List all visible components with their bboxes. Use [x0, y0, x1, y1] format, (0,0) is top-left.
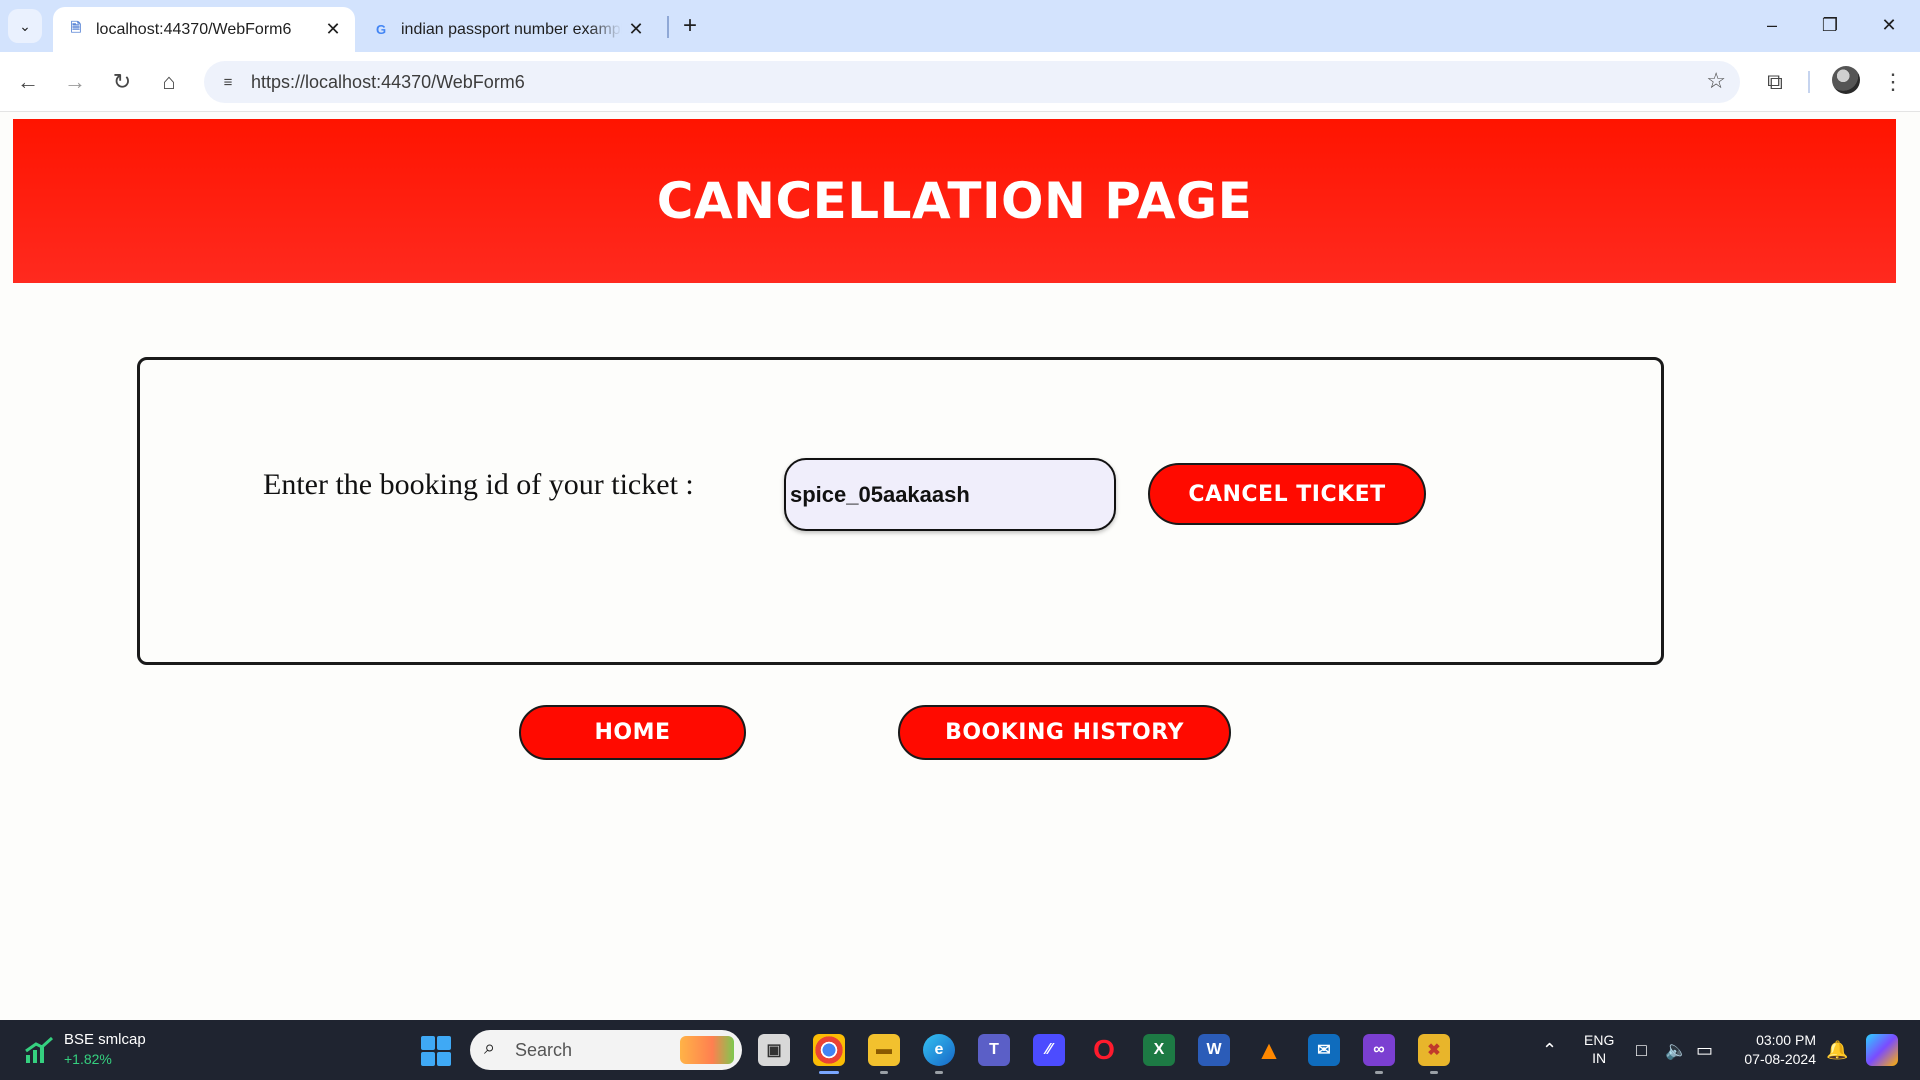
mail-icon[interactable]: ✉ — [1308, 1034, 1340, 1066]
extensions-icon[interactable]: ⧉ — [1758, 65, 1792, 99]
network-icon[interactable]: □ — [1636, 1020, 1647, 1080]
tab-webform6[interactable]: 🗎 localhost:44370/WebForm6 ✕ — [53, 7, 355, 52]
language-indicator[interactable]: ENG IN — [1584, 1031, 1614, 1067]
close-tab-icon[interactable]: ✕ — [319, 19, 347, 40]
minimize-icon[interactable]: – — [1752, 10, 1792, 40]
task-view-icon[interactable]: ▣ — [758, 1034, 790, 1066]
home-icon[interactable]: ⌂ — [152, 65, 186, 99]
app-icon[interactable]: ✖ — [1418, 1034, 1450, 1074]
home-button[interactable]: HOME — [519, 705, 746, 760]
menu-kebab-icon[interactable]: ⋮ — [1876, 65, 1910, 99]
windows-start-icon[interactable] — [421, 1036, 451, 1066]
widget-title[interactable]: BSE smlcap — [64, 1031, 146, 1048]
restore-icon[interactable]: ❐ — [1810, 10, 1850, 40]
booking-id-label: Enter the booking id of your ticket : — [263, 468, 694, 501]
widget-value: +1.82% — [64, 1051, 112, 1067]
region-code: IN — [1592, 1050, 1607, 1066]
windows-taskbar — [0, 1020, 1920, 1080]
back-icon[interactable]: ← — [11, 65, 45, 99]
bookmark-star-icon[interactable]: ☆ — [1706, 68, 1726, 94]
analytics-app-icon[interactable]: ∕∕ — [1033, 1034, 1065, 1066]
vlc-icon[interactable]: ▲ — [1253, 1034, 1285, 1066]
close-window-icon[interactable]: ✕ — [1869, 10, 1909, 40]
show-hidden-icons-chevron-icon[interactable]: ⌃ — [1542, 1020, 1557, 1080]
system-clock[interactable]: 03:00 PM 07-08-2024 — [1736, 1031, 1816, 1069]
forward-icon[interactable]: → — [58, 65, 92, 99]
notification-bell-icon[interactable]: 🔔 — [1826, 1020, 1848, 1080]
profile-avatar[interactable] — [1832, 66, 1860, 94]
copilot-icon[interactable] — [1866, 1034, 1898, 1066]
site-settings-icon[interactable]: ≡ — [216, 70, 240, 94]
page-title: CANCELLATION PAGE — [656, 172, 1253, 230]
close-tab-icon[interactable]: ✕ — [622, 19, 650, 40]
battery-icon[interactable]: ▭ — [1696, 1020, 1713, 1080]
language-code: ENG — [1584, 1032, 1615, 1048]
address-bar[interactable]: ≡ https://localhost:44370/WebForm6 ☆ — [204, 61, 1740, 103]
new-tab-icon[interactable]: + — [676, 12, 704, 40]
tab-search-chevron-icon[interactable]: ⌄ — [8, 9, 42, 43]
excel-icon[interactable]: X — [1143, 1034, 1175, 1066]
toolbar-divider — [1808, 71, 1810, 93]
edge-icon[interactable]: e — [923, 1034, 955, 1074]
file-explorer-icon[interactable]: ▬ — [868, 1034, 900, 1074]
search-highlight-image — [680, 1036, 734, 1064]
chrome-icon[interactable] — [813, 1034, 845, 1074]
booking-id-input[interactable] — [784, 458, 1116, 531]
google-icon: G — [375, 22, 387, 37]
page-icon: 🗎 — [70, 19, 82, 35]
opera-icon[interactable]: O — [1088, 1034, 1120, 1066]
tab-title: localhost:44370/WebForm6 — [96, 20, 292, 38]
volume-icon[interactable]: 🔈 — [1665, 1020, 1687, 1080]
url-text[interactable]: https://localhost:44370/WebForm6 — [251, 72, 525, 93]
tab-title: indian passport number example — [401, 20, 622, 38]
clock-time: 03:00 PM — [1756, 1032, 1816, 1048]
taskbar-search[interactable]: ⌕ Search — [470, 1030, 742, 1070]
browser-toolbar: ← → ↻ ⌂ ≡ https://localhost:44370/WebFor… — [0, 52, 1920, 112]
stock-chart-icon[interactable] — [24, 1035, 54, 1065]
teams-icon[interactable]: T — [978, 1034, 1010, 1066]
visual-studio-icon[interactable]: ∞ — [1363, 1034, 1395, 1074]
clock-date: 07-08-2024 — [1744, 1051, 1816, 1067]
page-header-banner: CANCELLATION PAGE — [13, 119, 1896, 283]
search-icon: ⌕ — [484, 1037, 496, 1059]
word-icon[interactable]: W — [1198, 1034, 1230, 1066]
reload-icon[interactable]: ↻ — [105, 65, 139, 99]
booking-history-button[interactable]: BOOKING HISTORY — [898, 705, 1231, 760]
tab-google-search[interactable]: G indian passport number example ✕ — [358, 7, 658, 52]
browser-tab-bar: ⌄ 🗎 localhost:44370/WebForm6 ✕ G indian … — [0, 0, 1920, 52]
tab-divider — [667, 16, 669, 38]
cancel-ticket-button[interactable]: CANCEL TICKET — [1148, 463, 1426, 525]
search-placeholder: Search — [515, 1040, 573, 1060]
